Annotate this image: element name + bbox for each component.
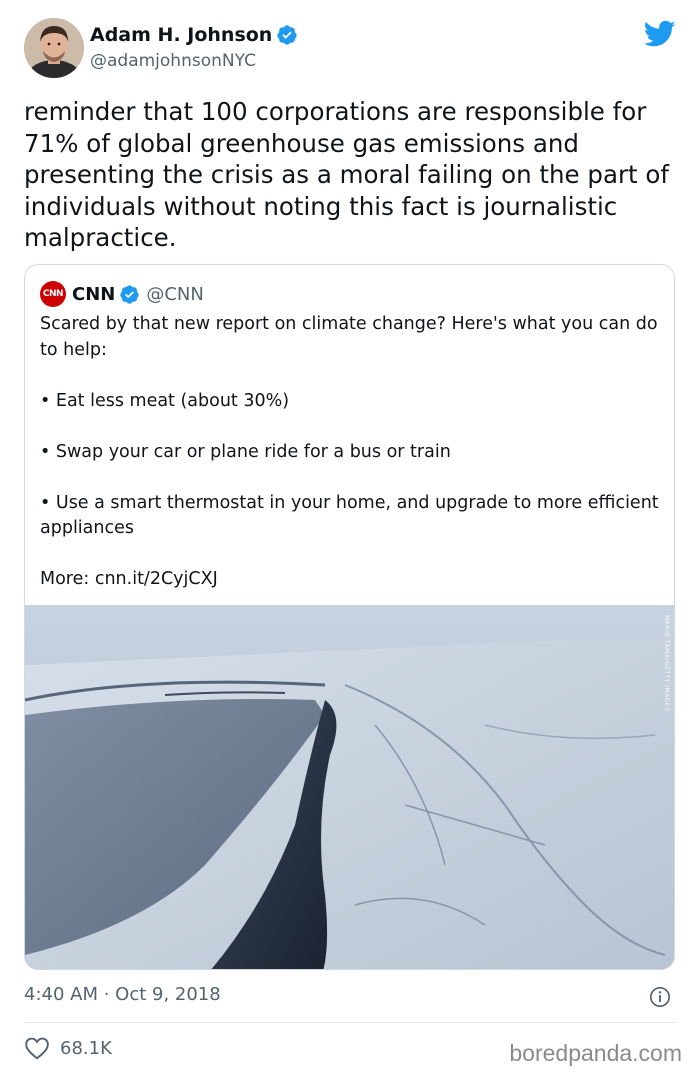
author-display-name[interactable]: Adam H. Johnson — [90, 24, 272, 46]
like-action[interactable]: 68.1K — [24, 1036, 112, 1060]
quoted-paragraph: • Eat less meat (about 30%) — [40, 390, 290, 411]
twitter-bird-icon[interactable] — [644, 20, 676, 48]
quoted-paragraph: • Swap your car or plane ride for a bus … — [40, 441, 451, 462]
like-count: 68.1K — [60, 1037, 112, 1059]
divider — [24, 1022, 676, 1023]
photo-credit: MARIO TAMA/GETTY IMAGES — [663, 615, 670, 712]
tweet-timestamp[interactable]: 4:40 AM · Oct 9, 2018 — [24, 984, 221, 1005]
quoted-tweet-header: CNN CNN @CNN — [40, 281, 204, 307]
info-icon[interactable] — [649, 986, 671, 1008]
quoted-paragraph: Scared by that new report on climate cha… — [40, 314, 658, 360]
author-name-row: Adam H. Johnson — [90, 24, 298, 46]
quoted-display-name: CNN — [72, 283, 116, 305]
sea-ice-photo[interactable] — [25, 605, 674, 970]
quoted-tweet-text: Scared by that new report on climate cha… — [40, 312, 660, 593]
quoted-paragraph: • Use a smart thermostat in your home, a… — [40, 492, 659, 539]
verified-badge-icon — [120, 284, 140, 304]
watermark: boredpanda.com — [509, 1040, 682, 1066]
tweet-header: Adam H. Johnson @adamjohnsonNYC — [24, 18, 676, 80]
quoted-link-paragraph[interactable]: More: cnn.it/2CyjCXJ — [40, 567, 660, 593]
author-avatar[interactable] — [24, 18, 84, 78]
author-handle[interactable]: @adamjohnsonNYC — [90, 51, 256, 71]
tweet-text: reminder that 100 corporations are respo… — [24, 97, 677, 252]
quoted-handle: @CNN — [146, 283, 204, 305]
heart-icon[interactable] — [24, 1036, 50, 1060]
avatar-photo-icon — [24, 18, 84, 78]
cnn-logo-icon: CNN — [40, 281, 66, 307]
verified-badge-icon — [277, 25, 297, 45]
quoted-tweet-card[interactable]: CNN CNN @CNN Scared by that new report o… — [24, 264, 675, 970]
